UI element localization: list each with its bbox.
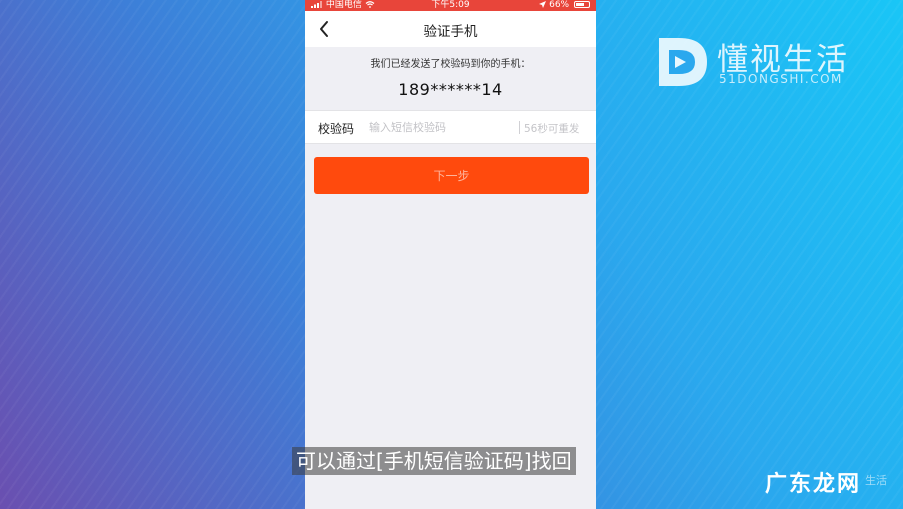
verification-info: 我们已经发送了校验码到你的手机： 189******14 — [305, 47, 596, 110]
battery-percent: 66% — [549, 0, 570, 10]
sent-message: 我们已经发送了校验码到你的手机： — [370, 59, 531, 70]
corner-watermark-text: 广东龙网 — [765, 472, 862, 497]
code-input-row: 校验码 56秒可重发 — [305, 110, 596, 144]
location-arrow-icon — [539, 1, 547, 8]
page-title: 验证手机 — [423, 24, 478, 40]
sms-code-input[interactable] — [369, 117, 509, 137]
masked-phone-number: 189******14 — [398, 80, 503, 99]
status-right: 66% — [539, 0, 590, 11]
battery-icon — [574, 1, 590, 8]
site-watermark: 懂视生活 51DONGSHI.COM — [655, 34, 855, 94]
video-subtitle: 可以通过[手机短信验证码]找回 — [292, 447, 576, 475]
corner-watermark: 广东龙网 生活 — [765, 466, 900, 502]
phone-screen: 中国电信 下午5:09 66% 验证手机 我们已经发送了校验码到你的手机： 18… — [305, 0, 596, 509]
status-bar: 中国电信 下午5:09 66% — [305, 0, 596, 11]
watermark-subtitle: 51DONGSHI.COM — [719, 72, 843, 86]
corner-watermark-small: 生活 — [865, 474, 887, 487]
resend-countdown[interactable]: 56秒可重发 — [524, 121, 579, 136]
nav-bar: 验证手机 — [305, 11, 596, 47]
code-label: 校验码 — [318, 122, 355, 136]
d-logo-icon — [659, 38, 707, 86]
divider — [519, 121, 520, 134]
next-step-button[interactable]: 下一步 — [314, 157, 589, 194]
